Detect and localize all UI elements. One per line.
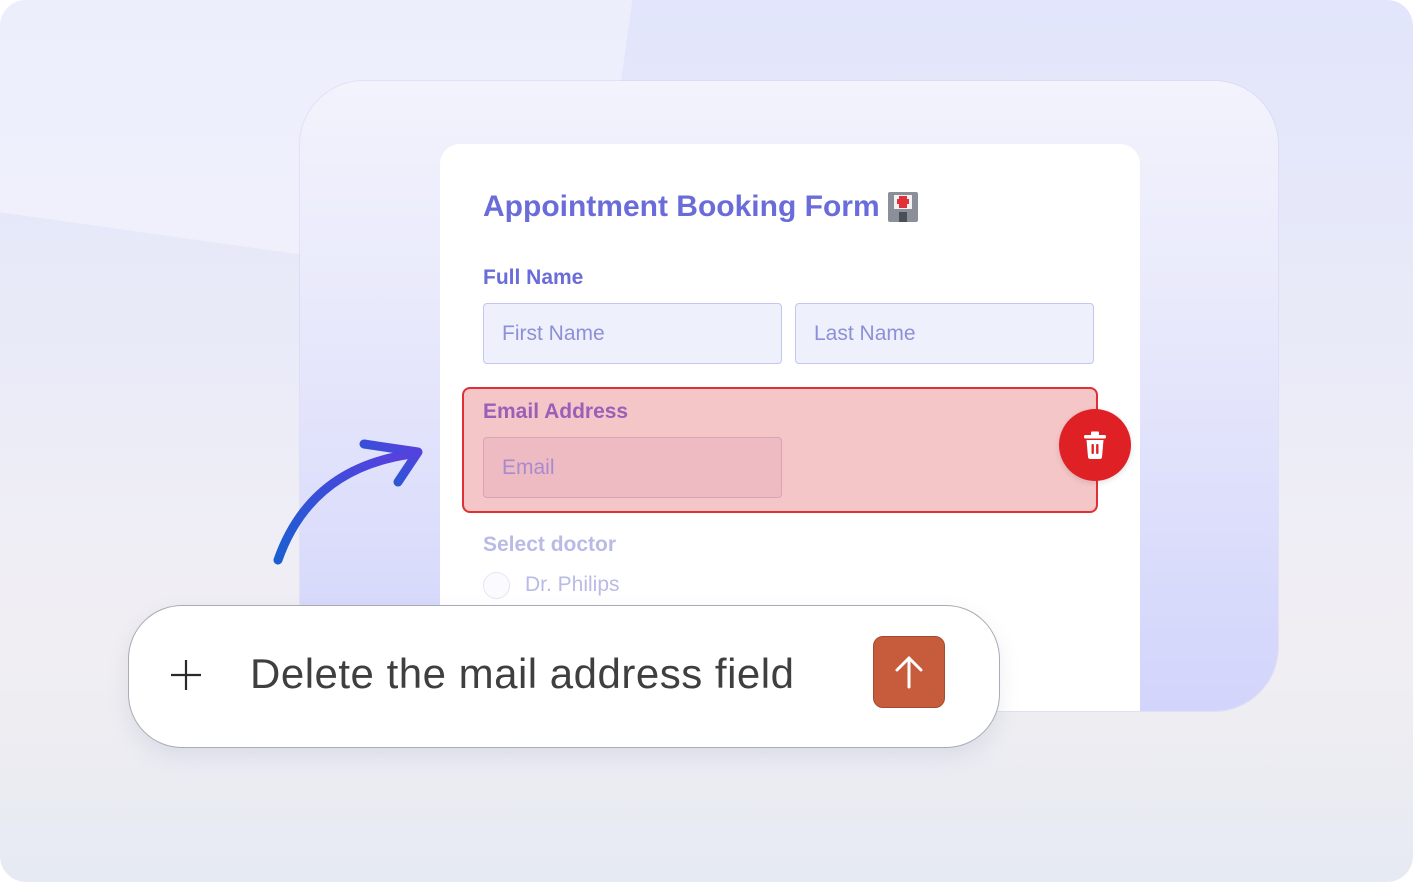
prompt-input[interactable]: Delete the mail address field (250, 650, 794, 698)
arrow-up-icon (895, 656, 923, 689)
form-title: Appointment Booking Form (483, 190, 918, 224)
doctor-radio[interactable] (483, 572, 510, 599)
pointer-arrow-icon (273, 439, 423, 565)
full-name-label: Full Name (483, 266, 584, 289)
email-input[interactable]: Email (483, 437, 782, 498)
delete-field-button[interactable] (1059, 409, 1131, 481)
first-name-input[interactable]: First Name (483, 303, 782, 364)
send-button[interactable] (873, 636, 945, 708)
form-title-text: Appointment Booking Form (483, 190, 880, 223)
doctor-option-label: Dr. Philips (525, 573, 620, 596)
email-label: Email Address (483, 400, 629, 423)
trash-icon (1084, 431, 1106, 459)
hospital-icon (887, 192, 918, 222)
select-doctor-label: Select doctor (483, 533, 617, 556)
plus-icon[interactable] (170, 659, 202, 691)
last-name-input[interactable]: Last Name (795, 303, 1094, 364)
